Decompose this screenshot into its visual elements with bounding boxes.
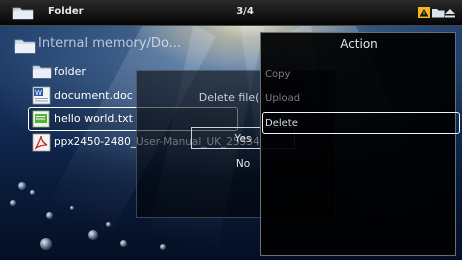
status-icons <box>418 7 455 18</box>
file-name: document.doc <box>54 89 133 102</box>
top-status-bar: Folder 3/4 <box>0 0 462 26</box>
bubble <box>40 238 52 250</box>
action-panel-title: Action <box>340 37 378 51</box>
item-counter: 3/4 <box>236 6 254 17</box>
action-panel: Action Copy Upload Delete <box>260 32 456 256</box>
text-file-icon <box>32 110 50 128</box>
action-selection-highlight <box>262 112 460 134</box>
bubble <box>30 190 35 195</box>
breadcrumb[interactable]: Internal memory/Do... <box>0 35 260 57</box>
bubble <box>18 182 26 190</box>
bubble <box>106 222 111 227</box>
folder-icon <box>32 65 52 79</box>
breadcrumb-path: Internal memory/Do... <box>38 36 182 51</box>
window-title: Folder <box>48 6 84 17</box>
bubble <box>70 206 74 210</box>
folder-icon <box>12 7 34 20</box>
bubble <box>88 230 98 240</box>
svg-text:W: W <box>35 89 42 97</box>
bubble <box>46 212 53 219</box>
file-name: folder <box>54 65 86 78</box>
upload-menu-item[interactable]: Upload <box>265 93 300 104</box>
copy-menu-item[interactable]: Copy <box>265 69 290 80</box>
bubble <box>160 244 166 250</box>
folder-icon <box>14 39 36 54</box>
eject-icon <box>445 9 455 18</box>
file-name: hello world.txt <box>54 112 133 125</box>
word-document-icon: W <box>32 86 51 105</box>
warning-icon <box>418 7 430 18</box>
folder-icon <box>432 9 445 18</box>
bubble <box>120 240 127 247</box>
bubble <box>10 200 16 206</box>
pdf-icon <box>32 133 51 152</box>
